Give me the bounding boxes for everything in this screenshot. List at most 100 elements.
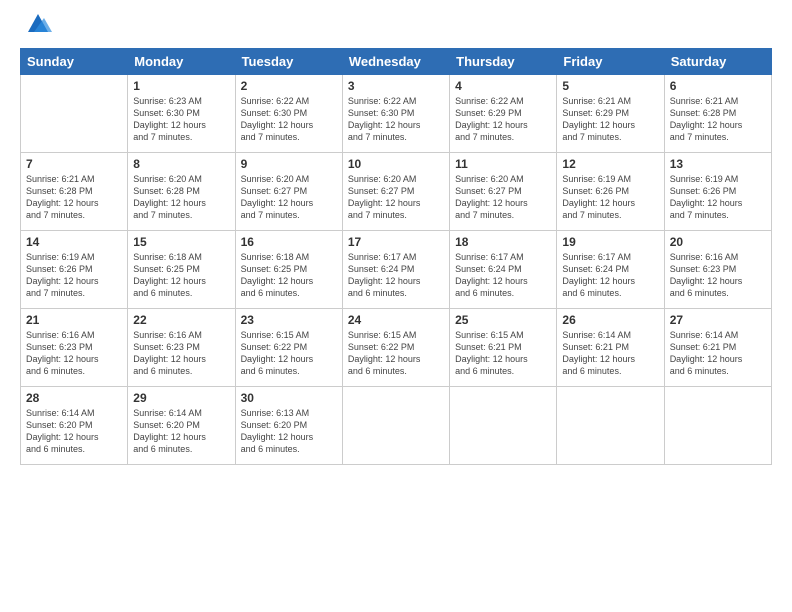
calendar-cell: 25 Sunrise: 6:15 AM Sunset: 6:21 PM Dayli… (450, 309, 557, 387)
calendar-cell: 9Sunrise: 6:20 AM Sunset: 6:27 PM Daylig… (235, 153, 342, 231)
day-number: 28 (26, 391, 122, 405)
calendar-cell: 23Sunrise: 6:15 AM Sunset: 6:22 PM Dayli… (235, 309, 342, 387)
day-info: Sunrise: 6:15 AM Sunset: 6:22 PM Dayligh… (348, 329, 444, 378)
day-number: 12 (562, 157, 658, 171)
day-number: 29 (133, 391, 229, 405)
day-info: Sunrise: 6:16 AM Sunset: 6:23 PM Dayligh… (133, 329, 229, 378)
day-number: 10 (348, 157, 444, 171)
day-number: 13 (670, 157, 766, 171)
day-info: Sunrise: 6:17 AM Sunset: 6:24 PM Dayligh… (455, 251, 551, 300)
day-number: 21 (26, 313, 122, 327)
day-info: Sunrise: 6:20 AM Sunset: 6:28 PM Dayligh… (133, 173, 229, 222)
day-info: Sunrise: 6:15 AM Sunset: 6:21 PM Dayligh… (455, 329, 551, 378)
day-number: 23 (241, 313, 337, 327)
calendar-table: SundayMondayTuesdayWednesdayThursdayFrid… (20, 48, 772, 465)
day-number: 17 (348, 235, 444, 249)
calendar-cell: 18 Sunrise: 6:17 AM Sunset: 6:24 PM Dayli… (450, 231, 557, 309)
calendar-week-row: 28 Sunrise: 6:14 AM Sunset: 6:20 PM Dayli… (21, 387, 772, 465)
calendar-cell: 20Sunrise: 6:16 AM Sunset: 6:23 PM Dayli… (664, 231, 771, 309)
calendar-cell: 26 Sunrise: 6:14 AM Sunset: 6:21 PM Dayli… (557, 309, 664, 387)
weekday-header: Friday (557, 49, 664, 75)
calendar-cell (557, 387, 664, 465)
calendar-cell: 11Sunrise: 6:20 AM Sunset: 6:27 PM Dayli… (450, 153, 557, 231)
day-number: 19 (562, 235, 658, 249)
logo (20, 18, 52, 38)
calendar-cell: 12 Sunrise: 6:19 AM Sunset: 6:26 PM Dayli… (557, 153, 664, 231)
day-number: 8 (133, 157, 229, 171)
calendar-cell: 2 Sunrise: 6:22 AM Sunset: 6:30 PM Daylig… (235, 75, 342, 153)
calendar-cell: 8 Sunrise: 6:20 AM Sunset: 6:28 PM Daylig… (128, 153, 235, 231)
day-number: 7 (26, 157, 122, 171)
day-number: 14 (26, 235, 122, 249)
calendar-header-row: SundayMondayTuesdayWednesdayThursdayFrid… (21, 49, 772, 75)
day-info: Sunrise: 6:21 AM Sunset: 6:28 PM Dayligh… (26, 173, 122, 222)
day-number: 30 (241, 391, 337, 405)
day-number: 26 (562, 313, 658, 327)
day-number: 15 (133, 235, 229, 249)
calendar-cell: 21 Sunrise: 6:16 AM Sunset: 6:23 PM Dayli… (21, 309, 128, 387)
day-info: Sunrise: 6:19 AM Sunset: 6:26 PM Dayligh… (670, 173, 766, 222)
day-info: Sunrise: 6:18 AM Sunset: 6:25 PM Dayligh… (241, 251, 337, 300)
calendar-cell: 28 Sunrise: 6:14 AM Sunset: 6:20 PM Dayli… (21, 387, 128, 465)
day-info: Sunrise: 6:20 AM Sunset: 6:27 PM Dayligh… (455, 173, 551, 222)
calendar-cell: 17 Sunrise: 6:17 AM Sunset: 6:24 PM Dayli… (342, 231, 449, 309)
day-number: 24 (348, 313, 444, 327)
day-number: 3 (348, 79, 444, 93)
day-info: Sunrise: 6:19 AM Sunset: 6:26 PM Dayligh… (562, 173, 658, 222)
day-info: Sunrise: 6:21 AM Sunset: 6:29 PM Dayligh… (562, 95, 658, 144)
day-info: Sunrise: 6:14 AM Sunset: 6:21 PM Dayligh… (562, 329, 658, 378)
day-info: Sunrise: 6:18 AM Sunset: 6:25 PM Dayligh… (133, 251, 229, 300)
weekday-header: Thursday (450, 49, 557, 75)
day-info: Sunrise: 6:17 AM Sunset: 6:24 PM Dayligh… (562, 251, 658, 300)
day-info: Sunrise: 6:20 AM Sunset: 6:27 PM Dayligh… (348, 173, 444, 222)
day-number: 1 (133, 79, 229, 93)
calendar-week-row: 14 Sunrise: 6:19 AM Sunset: 6:26 PM Dayli… (21, 231, 772, 309)
calendar-cell (450, 387, 557, 465)
day-number: 2 (241, 79, 337, 93)
calendar-cell: 22Sunrise: 6:16 AM Sunset: 6:23 PM Dayli… (128, 309, 235, 387)
calendar-week-row: 21 Sunrise: 6:16 AM Sunset: 6:23 PM Dayli… (21, 309, 772, 387)
calendar-cell (664, 387, 771, 465)
day-number: 16 (241, 235, 337, 249)
day-info: Sunrise: 6:20 AM Sunset: 6:27 PM Dayligh… (241, 173, 337, 222)
calendar-week-row: 7 Sunrise: 6:21 AM Sunset: 6:28 PM Daylig… (21, 153, 772, 231)
day-number: 27 (670, 313, 766, 327)
day-info: Sunrise: 6:16 AM Sunset: 6:23 PM Dayligh… (26, 329, 122, 378)
day-info: Sunrise: 6:22 AM Sunset: 6:29 PM Dayligh… (455, 95, 551, 144)
calendar-cell: 14 Sunrise: 6:19 AM Sunset: 6:26 PM Dayli… (21, 231, 128, 309)
day-info: Sunrise: 6:19 AM Sunset: 6:26 PM Dayligh… (26, 251, 122, 300)
calendar-cell: 4Sunrise: 6:22 AM Sunset: 6:29 PM Daylig… (450, 75, 557, 153)
header (20, 18, 772, 38)
day-number: 20 (670, 235, 766, 249)
day-number: 25 (455, 313, 551, 327)
day-number: 6 (670, 79, 766, 93)
weekday-header: Tuesday (235, 49, 342, 75)
logo-icon (24, 10, 52, 38)
day-info: Sunrise: 6:17 AM Sunset: 6:24 PM Dayligh… (348, 251, 444, 300)
calendar-week-row: 1Sunrise: 6:23 AM Sunset: 6:30 PM Daylig… (21, 75, 772, 153)
day-number: 5 (562, 79, 658, 93)
weekday-header: Wednesday (342, 49, 449, 75)
day-info: Sunrise: 6:14 AM Sunset: 6:21 PM Dayligh… (670, 329, 766, 378)
day-info: Sunrise: 6:13 AM Sunset: 6:20 PM Dayligh… (241, 407, 337, 456)
calendar-cell: 6 Sunrise: 6:21 AM Sunset: 6:28 PM Daylig… (664, 75, 771, 153)
day-info: Sunrise: 6:14 AM Sunset: 6:20 PM Dayligh… (26, 407, 122, 456)
calendar-cell: 13 Sunrise: 6:19 AM Sunset: 6:26 PM Dayli… (664, 153, 771, 231)
calendar-cell: 1Sunrise: 6:23 AM Sunset: 6:30 PM Daylig… (128, 75, 235, 153)
calendar-cell: 3Sunrise: 6:22 AM Sunset: 6:30 PM Daylig… (342, 75, 449, 153)
weekday-header: Sunday (21, 49, 128, 75)
calendar-cell (21, 75, 128, 153)
day-info: Sunrise: 6:22 AM Sunset: 6:30 PM Dayligh… (241, 95, 337, 144)
calendar-cell: 29 Sunrise: 6:14 AM Sunset: 6:20 PM Dayli… (128, 387, 235, 465)
day-info: Sunrise: 6:14 AM Sunset: 6:20 PM Dayligh… (133, 407, 229, 456)
calendar-cell: 10 Sunrise: 6:20 AM Sunset: 6:27 PM Dayli… (342, 153, 449, 231)
calendar-cell: 27 Sunrise: 6:14 AM Sunset: 6:21 PM Dayli… (664, 309, 771, 387)
calendar-cell: 7 Sunrise: 6:21 AM Sunset: 6:28 PM Daylig… (21, 153, 128, 231)
calendar-cell (342, 387, 449, 465)
day-number: 18 (455, 235, 551, 249)
day-info: Sunrise: 6:21 AM Sunset: 6:28 PM Dayligh… (670, 95, 766, 144)
calendar-cell: 15 Sunrise: 6:18 AM Sunset: 6:25 PM Dayli… (128, 231, 235, 309)
calendar-cell: 16 Sunrise: 6:18 AM Sunset: 6:25 PM Dayli… (235, 231, 342, 309)
calendar-cell: 19 Sunrise: 6:17 AM Sunset: 6:24 PM Dayli… (557, 231, 664, 309)
page: SundayMondayTuesdayWednesdayThursdayFrid… (0, 0, 792, 612)
